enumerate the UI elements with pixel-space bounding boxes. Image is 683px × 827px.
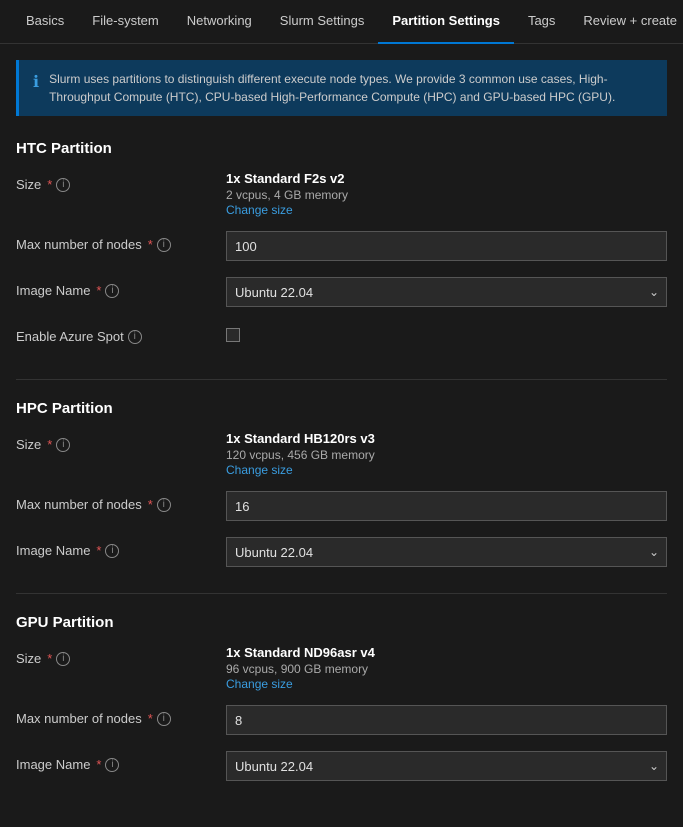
gpu-max-nodes-control: [226, 705, 667, 735]
gpu-size-detail: 96 vcpus, 900 GB memory: [226, 662, 667, 676]
gpu-max-nodes-input[interactable]: [226, 705, 667, 735]
htc-max-nodes-label: Max number of nodes * i: [16, 231, 226, 252]
gpu-partition-title: GPU Partition: [16, 614, 667, 631]
htc-max-nodes-input[interactable]: [226, 231, 667, 261]
hpc-size-info-icon[interactable]: i: [56, 438, 70, 452]
hpc-size-info: 1x Standard HB120rs v3 120 vcpus, 456 GB…: [226, 431, 667, 477]
info-banner: ℹ Slurm uses partitions to distinguish d…: [16, 60, 667, 116]
htc-azure-spot-info-icon[interactable]: i: [128, 330, 142, 344]
hpc-size-row: Size * i 1x Standard HB120rs v3 120 vcpu…: [16, 431, 667, 477]
htc-size-name: 1x Standard F2s v2: [226, 171, 667, 186]
gpu-image-select[interactable]: Ubuntu 22.04 Ubuntu 20.04 CentOS 7: [226, 751, 667, 781]
gpu-size-label: Size * i: [16, 645, 226, 666]
htc-image-control: Ubuntu 22.04 Ubuntu 20.04 CentOS 7 ⌄: [226, 277, 667, 307]
gpu-image-required: *: [96, 757, 101, 772]
gpu-image-control: Ubuntu 22.04 Ubuntu 20.04 CentOS 7 ⌄: [226, 751, 667, 781]
htc-size-detail: 2 vcpus, 4 GB memory: [226, 188, 667, 202]
htc-size-info: 1x Standard F2s v2 2 vcpus, 4 GB memory …: [226, 171, 667, 217]
htc-azure-spot-checkbox[interactable]: [226, 328, 240, 342]
hpc-image-select[interactable]: Ubuntu 22.04 Ubuntu 20.04 CentOS 7: [226, 537, 667, 567]
hpc-max-nodes-info-icon[interactable]: i: [157, 498, 171, 512]
gpu-size-info: 1x Standard ND96asr v4 96 vcpus, 900 GB …: [226, 645, 667, 691]
hpc-image-required: *: [96, 543, 101, 558]
gpu-max-nodes-label: Max number of nodes * i: [16, 705, 226, 726]
htc-image-info-icon[interactable]: i: [105, 284, 119, 298]
gpu-max-nodes-info-icon[interactable]: i: [157, 712, 171, 726]
gpu-size-required: *: [47, 651, 52, 666]
htc-image-select[interactable]: Ubuntu 22.04 Ubuntu 20.04 CentOS 7: [226, 277, 667, 307]
hpc-image-info-icon[interactable]: i: [105, 544, 119, 558]
hpc-size-name: 1x Standard HB120rs v3: [226, 431, 667, 446]
htc-azure-spot-row: Enable Azure Spot i: [16, 323, 667, 355]
htc-max-nodes-info-icon[interactable]: i: [157, 238, 171, 252]
htc-size-row: Size * i 1x Standard F2s v2 2 vcpus, 4 G…: [16, 171, 667, 217]
htc-max-nodes-row: Max number of nodes * i: [16, 231, 667, 263]
tab-basics[interactable]: Basics: [12, 0, 78, 44]
nav-tabs: Basics File-system Networking Slurm Sett…: [0, 0, 683, 44]
hpc-max-nodes-row: Max number of nodes * i: [16, 491, 667, 523]
gpu-image-label: Image Name * i: [16, 751, 226, 772]
hpc-max-nodes-input[interactable]: [226, 491, 667, 521]
htc-image-label: Image Name * i: [16, 277, 226, 298]
tab-partition-settings[interactable]: Partition Settings: [378, 0, 514, 44]
htc-partition-title: HTC Partition: [16, 140, 667, 157]
htc-max-nodes-control: [226, 231, 667, 261]
hpc-max-nodes-control: [226, 491, 667, 521]
page-content: HTC Partition Size * i 1x Standard F2s v…: [0, 124, 683, 827]
hpc-size-label: Size * i: [16, 431, 226, 452]
hpc-image-row: Image Name * i Ubuntu 22.04 Ubuntu 20.04…: [16, 537, 667, 569]
gpu-max-nodes-row: Max number of nodes * i: [16, 705, 667, 737]
htc-azure-spot-control: [226, 323, 667, 342]
htc-azure-spot-checkbox-wrapper: [226, 323, 667, 342]
htc-change-size-link[interactable]: Change size: [226, 203, 293, 217]
htc-size-info-icon[interactable]: i: [56, 178, 70, 192]
hpc-change-size-link[interactable]: Change size: [226, 463, 293, 477]
gpu-size-info-icon[interactable]: i: [56, 652, 70, 666]
hpc-max-nodes-label: Max number of nodes * i: [16, 491, 226, 512]
hpc-max-nodes-required: *: [148, 497, 153, 512]
info-icon: ℹ: [33, 71, 39, 95]
hpc-size-required: *: [47, 437, 52, 452]
htc-partition-section: HTC Partition Size * i 1x Standard F2s v…: [16, 140, 667, 355]
hpc-gpu-divider: [16, 593, 667, 594]
gpu-size-name: 1x Standard ND96asr v4: [226, 645, 667, 660]
gpu-image-info-icon[interactable]: i: [105, 758, 119, 772]
tab-filesystem[interactable]: File-system: [78, 0, 172, 44]
tab-tags[interactable]: Tags: [514, 0, 569, 44]
banner-text: Slurm uses partitions to distinguish dif…: [49, 70, 653, 106]
htc-size-label: Size * i: [16, 171, 226, 192]
hpc-size-detail: 120 vcpus, 456 GB memory: [226, 448, 667, 462]
htc-image-required: *: [96, 283, 101, 298]
hpc-partition-title: HPC Partition: [16, 400, 667, 417]
htc-azure-spot-label: Enable Azure Spot i: [16, 323, 226, 344]
hpc-partition-section: HPC Partition Size * i 1x Standard HB120…: [16, 400, 667, 569]
gpu-max-nodes-required: *: [148, 711, 153, 726]
tab-networking[interactable]: Networking: [173, 0, 266, 44]
gpu-partition-section: GPU Partition Size * i 1x Standard ND96a…: [16, 614, 667, 783]
tab-slurm-settings[interactable]: Slurm Settings: [266, 0, 379, 44]
tab-review-create[interactable]: Review + create: [569, 0, 683, 44]
hpc-image-control: Ubuntu 22.04 Ubuntu 20.04 CentOS 7 ⌄: [226, 537, 667, 567]
htc-max-nodes-required: *: [148, 237, 153, 252]
htc-hpc-divider: [16, 379, 667, 380]
gpu-size-row: Size * i 1x Standard ND96asr v4 96 vcpus…: [16, 645, 667, 691]
gpu-change-size-link[interactable]: Change size: [226, 677, 293, 691]
hpc-image-label: Image Name * i: [16, 537, 226, 558]
htc-image-row: Image Name * i Ubuntu 22.04 Ubuntu 20.04…: [16, 277, 667, 309]
htc-size-required: *: [47, 177, 52, 192]
gpu-image-row: Image Name * i Ubuntu 22.04 Ubuntu 20.04…: [16, 751, 667, 783]
